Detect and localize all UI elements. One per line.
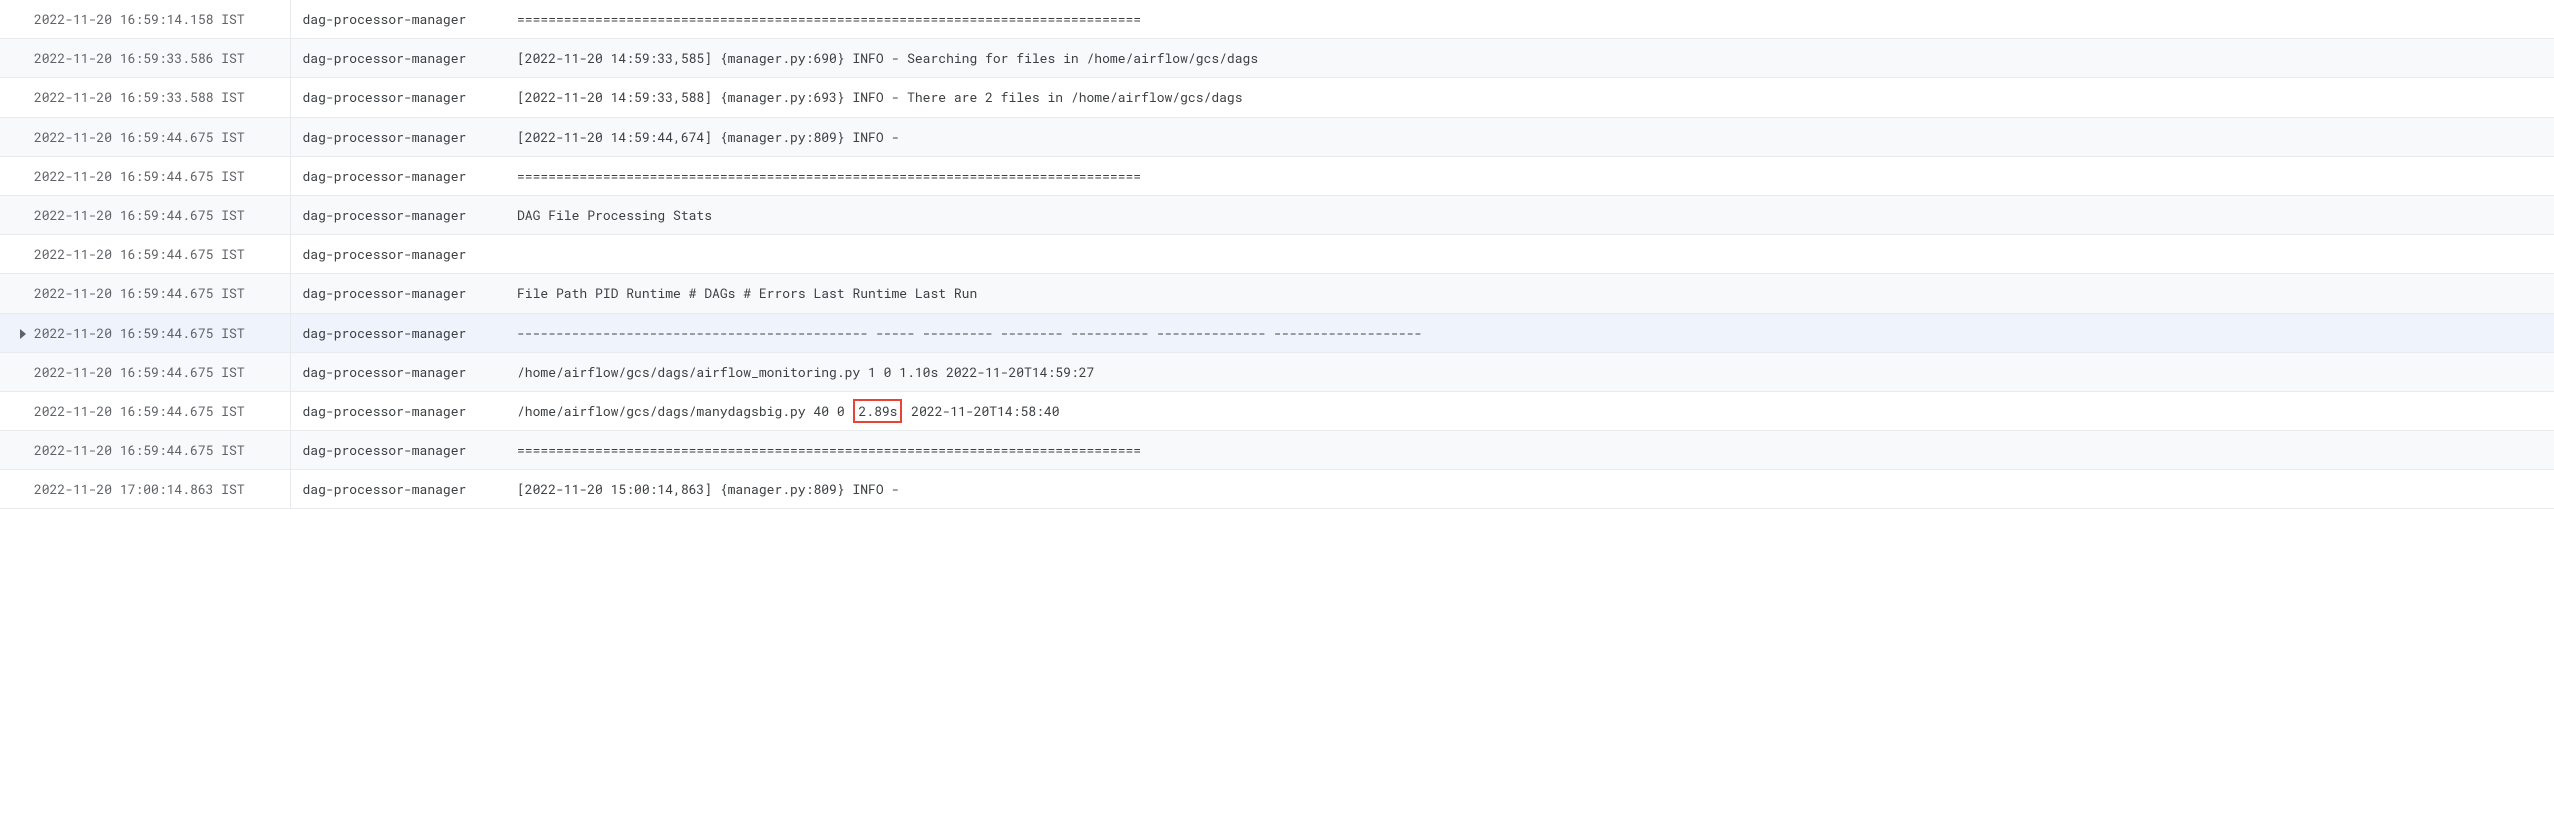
log-source: dag-processor-manager — [290, 352, 505, 391]
log-message — [505, 235, 2554, 274]
log-message-text: 2022-11-20T14:58:40 — [903, 402, 1059, 420]
log-source: dag-processor-manager — [290, 391, 505, 430]
log-source: dag-processor-manager — [290, 470, 505, 509]
log-timestamp: 2022-11-20 16:59:14.158 IST — [0, 0, 290, 39]
log-source: dag-processor-manager — [290, 195, 505, 234]
log-source: dag-processor-manager — [290, 274, 505, 313]
log-timestamp: 2022-11-20 16:59:44.675 IST — [0, 195, 290, 234]
log-timestamp: 2022-11-20 16:59:44.675 IST — [0, 235, 290, 274]
log-timestamp: 2022-11-20 17:00:14.863 IST — [0, 470, 290, 509]
timestamp-text: 2022-11-20 16:59:44.675 IST — [34, 206, 245, 224]
log-row[interactable]: 2022-11-20 16:59:44.675 IST dag-processor… — [0, 195, 2554, 234]
log-message: [2022-11-20 15:00:14,863] {manager.py:80… — [505, 470, 2554, 509]
log-message: [2022-11-20 14:59:44,674] {manager.py:80… — [505, 117, 2554, 156]
log-row[interactable]: 2022-11-20 16:59:44.675 IST dag-processor… — [0, 117, 2554, 156]
log-message: [2022-11-20 14:59:33,588] {manager.py:69… — [505, 78, 2554, 117]
log-timestamp: 2022-11-20 16:59:44.675 IST — [0, 352, 290, 391]
log-row[interactable]: 2022-11-20 16:59:33.588 IST dag-processor… — [0, 78, 2554, 117]
log-row[interactable]: 2022-11-20 16:59:33.586 IST dag-processor… — [0, 39, 2554, 78]
log-source: dag-processor-manager — [290, 235, 505, 274]
log-source: dag-processor-manager — [290, 78, 505, 117]
log-source: dag-processor-manager — [290, 117, 505, 156]
log-message: [2022-11-20 14:59:33,585] {manager.py:69… — [505, 39, 2554, 78]
timestamp-text: 2022-11-20 16:59:44.675 IST — [34, 441, 245, 459]
log-timestamp: 2022-11-20 16:59:44.675 IST — [0, 117, 290, 156]
log-timestamp: 2022-11-20 16:59:33.586 IST — [0, 39, 290, 78]
log-row[interactable]: 2022-11-20 17:00:14.863 IST dag-processor… — [0, 470, 2554, 509]
log-row[interactable]: 2022-11-20 16:59:44.675 IST dag-processor… — [0, 274, 2554, 313]
log-row[interactable]: 2022-11-20 16:59:44.675 IST dag-processor… — [0, 313, 2554, 352]
log-message: File Path PID Runtime # DAGs # Errors La… — [505, 274, 2554, 313]
log-row[interactable]: 2022-11-20 16:59:44.675 IST dag-processor… — [0, 391, 2554, 430]
log-timestamp: 2022-11-20 16:59:33.588 IST — [0, 78, 290, 117]
log-source: dag-processor-manager — [290, 431, 505, 470]
timestamp-text: 2022-11-20 16:59:44.675 IST — [34, 363, 245, 381]
log-timestamp: 2022-11-20 16:59:44.675 IST — [0, 274, 290, 313]
timestamp-text: 2022-11-20 16:59:33.588 IST — [34, 88, 245, 106]
log-message: ========================================… — [505, 0, 2554, 39]
log-source: dag-processor-manager — [290, 156, 505, 195]
log-message-text: /home/airflow/gcs/dags/manydagsbig.py 40… — [517, 402, 852, 420]
log-timestamp: 2022-11-20 16:59:44.675 IST — [0, 391, 290, 430]
log-source: dag-processor-manager — [290, 0, 505, 39]
log-timestamp: 2022-11-20 16:59:44.675 IST — [0, 431, 290, 470]
log-message: ========================================… — [505, 156, 2554, 195]
log-row[interactable]: 2022-11-20 16:59:44.675 IST dag-processor… — [0, 156, 2554, 195]
log-timestamp: 2022-11-20 16:59:44.675 IST — [0, 156, 290, 195]
highlight-annotation: 2.89s — [853, 399, 902, 423]
log-timestamp: 2022-11-20 16:59:44.675 IST — [0, 313, 290, 352]
timestamp-text: 2022-11-20 16:59:44.675 IST — [34, 324, 245, 342]
log-row[interactable]: 2022-11-20 16:59:44.675 IST dag-processor… — [0, 431, 2554, 470]
log-message: ----------------------------------------… — [505, 313, 2554, 352]
log-table: 2022-11-20 16:59:14.158 IST dag-processor… — [0, 0, 2554, 509]
log-source: dag-processor-manager — [290, 313, 505, 352]
timestamp-text: 2022-11-20 16:59:14.158 IST — [34, 10, 245, 28]
log-message: /home/airflow/gcs/dags/manydagsbig.py 40… — [505, 391, 2554, 430]
timestamp-text: 2022-11-20 16:59:44.675 IST — [34, 284, 245, 302]
log-message: DAG File Processing Stats — [505, 195, 2554, 234]
timestamp-text: 2022-11-20 16:59:44.675 IST — [34, 245, 245, 263]
log-message: /home/airflow/gcs/dags/airflow_monitorin… — [505, 352, 2554, 391]
log-row[interactable]: 2022-11-20 16:59:44.675 IST dag-processor… — [0, 235, 2554, 274]
timestamp-text: 2022-11-20 16:59:44.675 IST — [34, 128, 245, 146]
timestamp-text: 2022-11-20 16:59:44.675 IST — [34, 402, 245, 420]
log-row[interactable]: 2022-11-20 16:59:44.675 IST dag-processor… — [0, 352, 2554, 391]
timestamp-text: 2022-11-20 17:00:14.863 IST — [34, 480, 245, 498]
log-message: ========================================… — [505, 431, 2554, 470]
log-source: dag-processor-manager — [290, 39, 505, 78]
timestamp-text: 2022-11-20 16:59:44.675 IST — [34, 167, 245, 185]
timestamp-text: 2022-11-20 16:59:33.586 IST — [34, 49, 245, 67]
expand-icon[interactable] — [20, 329, 26, 339]
log-row[interactable]: 2022-11-20 16:59:14.158 IST dag-processor… — [0, 0, 2554, 39]
